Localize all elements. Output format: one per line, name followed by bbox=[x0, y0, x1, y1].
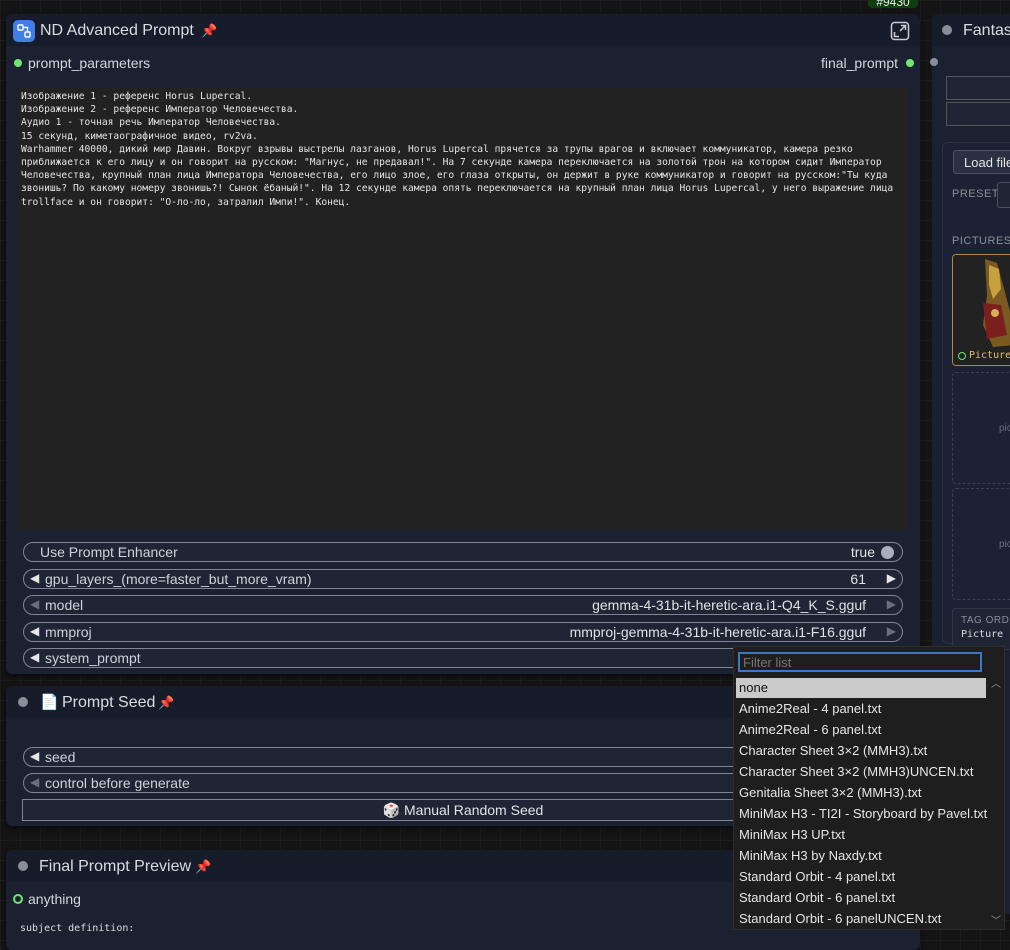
picture-status-dot bbox=[958, 352, 966, 360]
fantasy-title: Fantas bbox=[963, 22, 1010, 39]
dropdown-option[interactable]: Standard Orbit - 4 panel.txt bbox=[736, 867, 986, 887]
load-file-button[interactable]: Load file bbox=[953, 150, 1010, 174]
pin-icon[interactable]: 📌 bbox=[201, 23, 217, 39]
output-socket-final-prompt[interactable] bbox=[906, 59, 914, 67]
scroll-up-icon[interactable]: ︿ bbox=[991, 675, 1001, 690]
load-file-label: Load file bbox=[964, 155, 1010, 170]
picture-slot-empty-1[interactable]: pic bbox=[952, 372, 1010, 484]
tag-order-label: TAG ORDE bbox=[961, 615, 1010, 626]
next-arrow-icon[interactable]: ▶ bbox=[887, 624, 896, 638]
collapse-dot-icon[interactable] bbox=[18, 697, 28, 707]
dropdown-option[interactable]: MiniMax H3 by Naxdy.txt bbox=[736, 846, 986, 866]
picture-caption: Picture bbox=[969, 350, 1010, 361]
manual-random-seed-label: Manual Random Seed bbox=[404, 802, 544, 818]
dropdown-option[interactable]: Character Sheet 3×2 (MMH3)UNCEN.txt bbox=[736, 762, 986, 782]
output-label-final-prompt: final_prompt bbox=[820, 55, 898, 71]
decrement-arrow-icon[interactable]: ◀ bbox=[30, 571, 39, 585]
gpu-layers-stepper[interactable]: ◀ gpu_layers_(more=faster_but_more_vram)… bbox=[23, 569, 903, 589]
collapse-dot-icon[interactable] bbox=[942, 25, 952, 35]
picture-slot-text: pic bbox=[999, 539, 1010, 550]
mmproj-select[interactable]: ◀ mmproj mmproj-gemma-4-31b-it-heretic-a… bbox=[23, 622, 903, 642]
dropdown-option[interactable]: Character Sheet 3×2 (MMH3).txt bbox=[736, 741, 986, 761]
pin-icon[interactable]: 📌 bbox=[195, 859, 211, 875]
preset-label: PRESET bbox=[952, 188, 1000, 200]
preview-text-fragment: subject definition: bbox=[20, 923, 135, 934]
dice-icon: 🎲 bbox=[382, 802, 401, 818]
input-socket-prompt-parameters[interactable] bbox=[14, 59, 22, 67]
gpu-layers-label: gpu_layers_(more=faster_but_more_vram) bbox=[45, 571, 312, 587]
model-select[interactable]: ◀ model gemma-4-31b-it-heretic-ara.i1-Q4… bbox=[23, 595, 903, 615]
final-preview-title: Final Prompt Preview bbox=[39, 858, 192, 875]
tag-order-value: Picture 1 bbox=[961, 629, 1010, 640]
model-value: gemma-4-31b-it-heretic-ara.i1-Q4_K_S.ggu… bbox=[592, 597, 866, 613]
node-id-badge: #9430 bbox=[868, 0, 918, 9]
prompt-textarea[interactable]: Изображение 1 - референс Horus Lupercal.… bbox=[18, 88, 908, 530]
expand-icon[interactable] bbox=[890, 21, 910, 41]
toggle-knob-icon bbox=[881, 546, 894, 559]
dropdown-option[interactable]: Standard Orbit - 6 panel.txt bbox=[736, 888, 986, 908]
filter-list-input[interactable] bbox=[738, 652, 982, 672]
prompt-seed-title: Prompt Seed bbox=[62, 694, 156, 711]
system-prompt-dropdown[interactable]: none Anime2Real - 4 panel.txt Anime2Real… bbox=[733, 646, 1005, 930]
system-prompt-label: system_prompt bbox=[45, 650, 141, 666]
dropdown-option[interactable]: Anime2Real - 6 panel.txt bbox=[736, 720, 986, 740]
dropdown-option[interactable]: Genitalia Sheet 3×2 (MMH3).txt bbox=[736, 783, 986, 803]
use-prompt-enhancer-value: true bbox=[850, 544, 875, 560]
collapse-dot-icon[interactable] bbox=[18, 861, 28, 871]
input-socket-anything[interactable] bbox=[13, 894, 23, 904]
seed-label: seed bbox=[45, 749, 76, 765]
output-socket[interactable] bbox=[930, 58, 938, 66]
dropdown-option[interactable]: Anime2Real - 4 panel.txt bbox=[736, 699, 986, 719]
prev-arrow-icon[interactable]: ◀ bbox=[30, 624, 39, 638]
document-icon: 📄 bbox=[40, 694, 59, 711]
increment-arrow-icon[interactable]: ▶ bbox=[887, 571, 896, 585]
advanced-prompt-title: ND Advanced Prompt bbox=[40, 22, 194, 39]
dropdown-option[interactable]: MiniMax H3 - TI2I - Storyboard by Pavel.… bbox=[736, 804, 987, 824]
picture-slot-empty-2[interactable]: pic bbox=[952, 488, 1010, 600]
mmproj-label: mmproj bbox=[45, 624, 92, 640]
preset-select[interactable] bbox=[997, 182, 1010, 208]
input-label-anything: anything bbox=[28, 891, 81, 907]
prev-arrow-icon[interactable]: ◀ bbox=[30, 775, 39, 789]
mmproj-value: mmproj-gemma-4-31b-it-heretic-ara.i1-F16… bbox=[569, 624, 866, 640]
node-graph-icon bbox=[13, 20, 35, 42]
prev-arrow-icon[interactable]: ◀ bbox=[30, 597, 39, 611]
picture-thumbnail[interactable]: Picture bbox=[952, 254, 1010, 366]
use-prompt-enhancer-label: Use Prompt Enhancer bbox=[40, 544, 178, 560]
pictures-label: PICTURES bbox=[952, 235, 1010, 247]
tag-order-box: TAG ORDE Picture 1 bbox=[952, 608, 1010, 650]
gpu-layers-value: 61 bbox=[850, 571, 866, 587]
dropdown-scrollbar[interactable]: ︿ ﹀ bbox=[988, 675, 1004, 929]
dropdown-option[interactable]: none bbox=[736, 678, 986, 698]
decrement-arrow-icon[interactable]: ◀ bbox=[30, 749, 39, 763]
input-box-2[interactable] bbox=[946, 102, 1010, 126]
dropdown-option[interactable]: MiniMax H3 UP.txt bbox=[736, 825, 986, 845]
input-label-prompt-parameters: prompt_parameters bbox=[28, 55, 151, 71]
model-label: model bbox=[45, 597, 84, 613]
picture-slot-text: pic bbox=[999, 423, 1010, 434]
pin-icon[interactable]: 📌 bbox=[158, 695, 174, 711]
use-prompt-enhancer-toggle[interactable]: Use Prompt Enhancer true bbox=[23, 542, 903, 562]
next-arrow-icon[interactable]: ▶ bbox=[887, 597, 896, 611]
input-box-1[interactable] bbox=[946, 76, 1010, 100]
control-before-generate-label: control before generate bbox=[45, 775, 190, 791]
prev-arrow-icon[interactable]: ◀ bbox=[30, 650, 39, 664]
dropdown-option[interactable]: Standard Orbit - 6 panelUNCEN.txt bbox=[736, 909, 986, 929]
scroll-down-icon[interactable]: ﹀ bbox=[991, 912, 1001, 927]
